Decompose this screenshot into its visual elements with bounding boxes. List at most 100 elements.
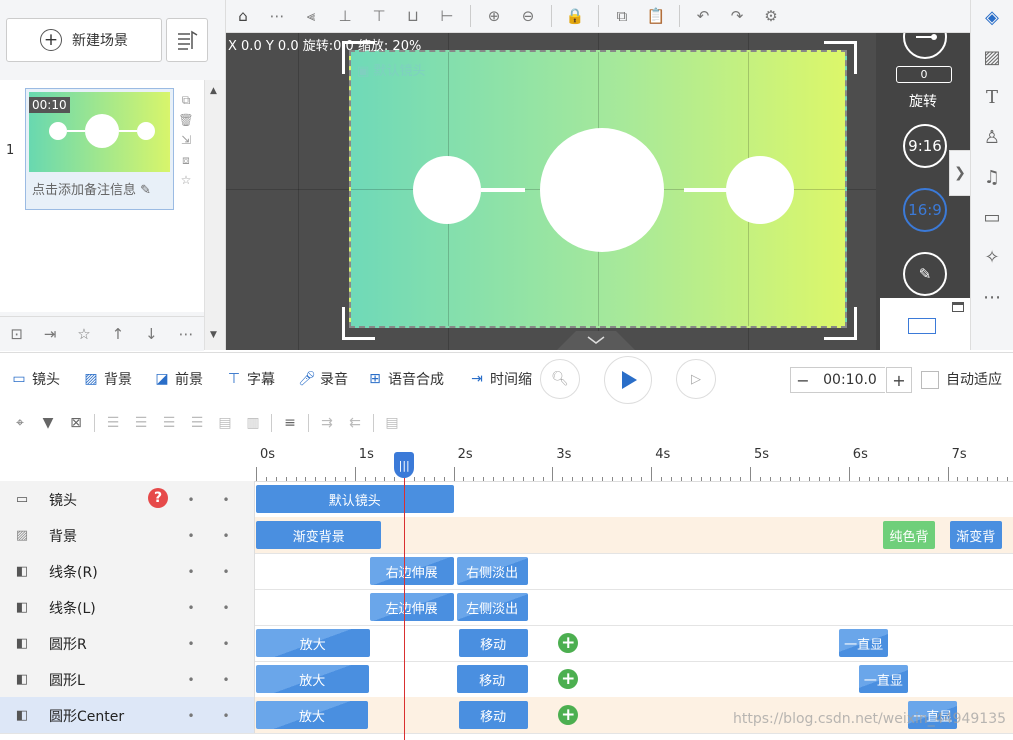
timeline-clip[interactable]: 一直显 <box>838 629 889 657</box>
track-header[interactable]: ▨ 背景 • • <box>0 517 255 553</box>
more-icon[interactable]: ⋯ <box>979 284 1005 310</box>
track-header[interactable]: ◧ 线条(L) • • <box>0 589 255 625</box>
track-header[interactable]: ▭ 镜头? • • <box>0 481 255 517</box>
play-button[interactable] <box>604 356 652 404</box>
ratio-9-16-button[interactable]: 9:16 <box>903 124 947 168</box>
import-icon[interactable]: ⊡ <box>10 325 23 343</box>
lock-toggle[interactable]: • <box>221 493 231 507</box>
align-bottom-icon[interactable]: ⊔ <box>396 0 430 32</box>
visibility-toggle[interactable]: • <box>186 529 196 543</box>
ratio-16-9-button[interactable]: 16:9 <box>903 188 947 232</box>
music-icon[interactable]: ♫ <box>979 164 1005 190</box>
align-start-icon[interactable]: ☰ <box>155 409 183 437</box>
new-scene-button[interactable]: + 新建场景 <box>6 18 162 62</box>
timeline-clip[interactable]: 放大 <box>256 629 370 657</box>
same-length-icon[interactable]: ≡ <box>276 409 304 437</box>
export-icon[interactable]: ⇲ <box>178 130 194 150</box>
track-header[interactable]: ◧ 圆形Center • • <box>0 697 255 733</box>
auto-fit-checkbox[interactable] <box>921 371 939 389</box>
align-center-icon[interactable]: ⊥ <box>328 0 362 32</box>
filter-icon[interactable]: ▼ <box>34 409 62 437</box>
lock-toggle[interactable]: • <box>221 673 231 687</box>
delete-icon[interactable]: 🗑 <box>178 110 194 130</box>
help-icon[interactable]: ? <box>148 488 168 508</box>
settings-icon[interactable]: ⚙ <box>754 0 788 32</box>
track-row[interactable]: ◧ 线条(R) • • 右边伸展 右侧淡出 <box>0 553 1013 590</box>
undo-icon[interactable]: ↶ <box>686 0 720 32</box>
copy-icon[interactable]: ⧉ <box>605 0 639 32</box>
add-camera-button[interactable]: ▭ 镜头 <box>10 369 60 389</box>
timeline-clip[interactable]: 放大 <box>256 665 369 693</box>
add-keyframe-icon[interactable]: + <box>558 633 579 653</box>
track-header[interactable]: ◧ 圆形R • • <box>0 625 255 661</box>
circle-center[interactable] <box>540 128 664 252</box>
move-up-icon[interactable]: ↑ <box>112 325 125 343</box>
circle-left[interactable] <box>413 156 481 224</box>
screen-ratio-panel[interactable] <box>880 298 970 350</box>
align-right-icon[interactable]: ☰ <box>127 409 155 437</box>
add-background-button[interactable]: ▨ 背景 <box>82 369 132 389</box>
text-icon[interactable]: T <box>979 84 1005 110</box>
scene-note-placeholder[interactable]: 点击添加备注信息 ✎ <box>32 179 151 198</box>
redo-icon[interactable]: ↷ <box>720 0 754 32</box>
add-foreground-button[interactable]: ◪ 前景 <box>153 369 203 389</box>
track-row[interactable]: ◧ 线条(L) • • 左边伸展 左侧淡出 <box>0 589 1013 626</box>
speech-bubble-icon[interactable]: ▭ <box>979 204 1005 230</box>
timeline-clip[interactable]: 默认镜头 <box>256 485 454 513</box>
track-row[interactable]: ▨ 背景 • • 渐变背景 纯色背 渐变背 <box>0 517 1013 554</box>
track-header[interactable]: ◧ 圆形L • • <box>0 661 255 697</box>
export-scene-icon[interactable]: ⇥ <box>44 325 57 343</box>
timeline-clip[interactable]: 纯色背 <box>883 521 935 549</box>
timeline-clip[interactable]: 左侧淡出 <box>456 593 528 621</box>
more-options-icon[interactable]: ⋯ <box>260 0 294 32</box>
notes-icon[interactable]: ▤ <box>378 409 406 437</box>
lock-toggle[interactable]: • <box>221 601 231 615</box>
circle-right[interactable] <box>726 156 794 224</box>
rotate-input[interactable]: 0 <box>896 66 952 83</box>
add-subtitle-button[interactable]: ⊤ 字幕 <box>225 369 275 389</box>
record-button[interactable]: 🎤︎ 录音 <box>298 369 348 389</box>
track-header[interactable]: ◧ 线条(R) • • <box>0 553 255 589</box>
scene-list-scrollbar[interactable]: ▲ ▼ <box>204 80 225 350</box>
scroll-down-icon[interactable]: ▼ <box>210 330 217 340</box>
preview-zoom-button[interactable]: 🔍︎ <box>540 359 580 399</box>
time-scale-button[interactable]: ⇥ 时间缩 <box>468 369 532 389</box>
lock-toggle[interactable]: • <box>221 529 231 543</box>
lock-toggle[interactable]: • <box>221 709 231 723</box>
scene-list-menu-button[interactable] <box>166 18 208 62</box>
duration-increase-button[interactable]: + <box>886 367 912 393</box>
timeline-clip[interactable]: 渐变背景 <box>256 521 382 549</box>
timeline-clip[interactable]: 右侧淡出 <box>456 557 528 585</box>
collapse-canvas-tab[interactable] <box>536 329 656 350</box>
window-icon[interactable] <box>952 302 964 312</box>
special-effects-icon[interactable]: ✧ <box>979 244 1005 270</box>
lock-toggle[interactable]: • <box>221 565 231 579</box>
visibility-toggle[interactable]: • <box>186 601 196 615</box>
timeline-clip[interactable]: 右边伸展 <box>369 557 454 585</box>
playhead-handle[interactable]: ||| <box>394 452 415 478</box>
duplicate-icon[interactable]: ⧈ <box>178 150 194 170</box>
timeline-clip[interactable]: 渐变背 <box>949 521 1002 549</box>
play-scene-button[interactable]: ▷ <box>676 359 716 399</box>
time-ruler[interactable]: 0s 1s 2s 3s 4s 5s 6s 7s <box>254 441 1013 482</box>
reverse-stagger-icon[interactable]: ⇇ <box>341 409 369 437</box>
lock-icon[interactable]: 🔒 <box>558 0 592 32</box>
locate-icon[interactable]: ⌖ <box>6 409 34 437</box>
character-icon[interactable]: ♙ <box>979 124 1005 150</box>
align-left-icon[interactable]: ⫷ <box>294 0 328 32</box>
rotate-dial-icon[interactable] <box>903 33 947 59</box>
visibility-toggle[interactable]: • <box>186 637 196 651</box>
align-end-icon[interactable]: ☰ <box>183 409 211 437</box>
timeline-clip[interactable]: 移动 <box>458 629 528 657</box>
visibility-toggle[interactable]: • <box>186 565 196 579</box>
stagger-icon[interactable]: ⇉ <box>313 409 341 437</box>
add-keyframe-icon[interactable]: + <box>558 669 579 689</box>
image-icon[interactable]: ▨ <box>979 44 1005 70</box>
track-row[interactable]: ◧ 圆形L • • 放大 移动 一直显 + <box>0 661 1013 698</box>
expand-panel-arrow[interactable]: ❯ <box>949 150 970 196</box>
star-icon[interactable]: ☆ <box>77 325 90 343</box>
paste-icon[interactable]: 📋 <box>639 0 673 32</box>
scene-card[interactable]: 00:10 点击添加备注信息 ✎ <box>25 88 174 210</box>
visibility-toggle[interactable]: • <box>186 673 196 687</box>
align-top-icon[interactable]: ⊤ <box>362 0 396 32</box>
